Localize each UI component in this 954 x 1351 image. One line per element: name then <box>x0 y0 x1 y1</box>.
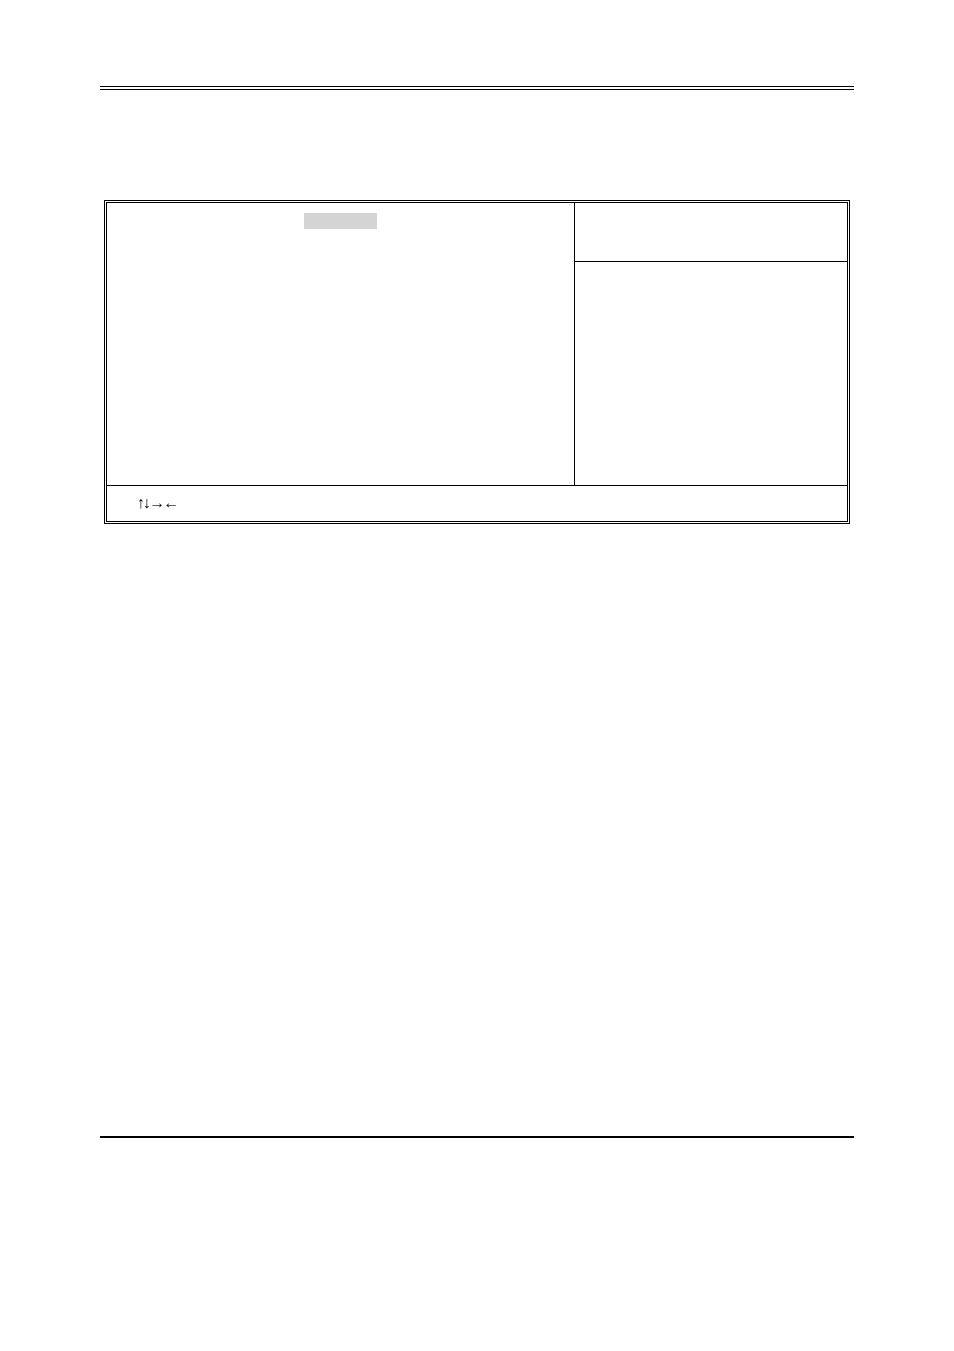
panel-left: Boot <box>107 203 574 485</box>
panel-right <box>574 203 847 485</box>
panel-main: Boot <box>107 203 847 485</box>
bottom-rule <box>100 1136 854 1138</box>
bios-panel: Boot ↑↓→← <box>104 200 850 524</box>
tab-bar: Boot <box>121 213 560 229</box>
arrow-keys-icon: ↑↓→← <box>137 496 177 512</box>
tab-selected[interactable]: Boot <box>304 213 377 229</box>
panel-right-header <box>575 203 847 262</box>
top-double-rule <box>100 86 854 90</box>
panel-footer: ↑↓→← <box>107 485 847 521</box>
panel-right-body <box>575 262 847 485</box>
